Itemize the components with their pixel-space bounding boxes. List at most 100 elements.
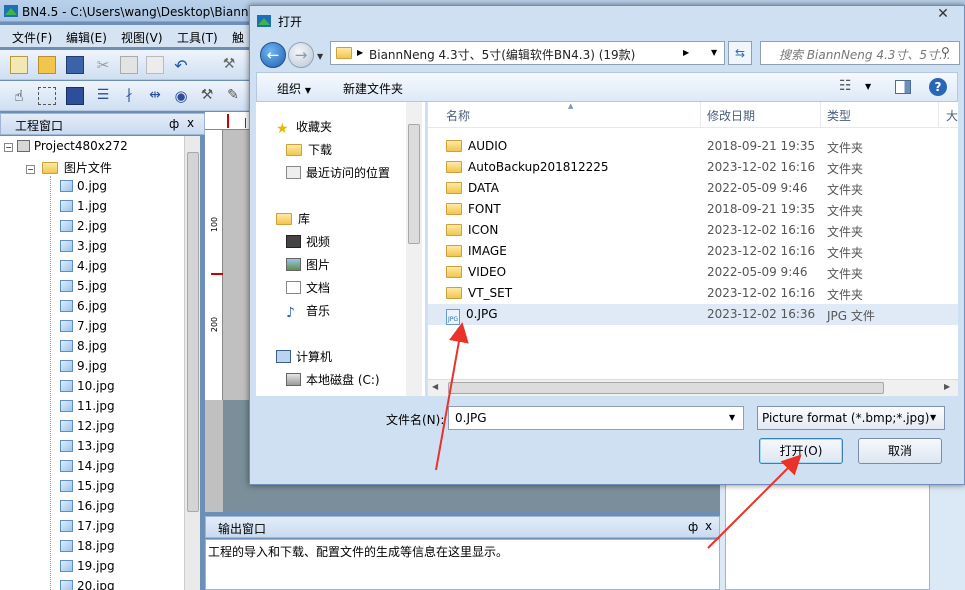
search-icon[interactable]: ⚲: [941, 45, 950, 59]
open-folder-icon[interactable]: [38, 56, 56, 74]
line-plus-icon[interactable]: ∤: [120, 87, 138, 105]
search-box[interactable]: 搜索 BiannNeng 4.3寸、5寸... ⚲: [760, 41, 960, 65]
filename-dropdown-icon[interactable]: ▼: [729, 413, 735, 422]
tree-folder[interactable]: − 图片文件: [26, 159, 112, 179]
tree-file-item[interactable]: 1.jpg: [60, 199, 107, 219]
tree-file-item[interactable]: 15.jpg: [60, 479, 115, 499]
menu-file[interactable]: 文件(F): [12, 29, 52, 46]
circle-icon[interactable]: ◉: [172, 87, 190, 105]
menu-edit[interactable]: 编辑(E): [66, 29, 107, 46]
column-size[interactable]: 大: [946, 107, 958, 124]
collapse-icon[interactable]: −: [4, 143, 13, 152]
breadcrumb-separator-icon[interactable]: ▶: [683, 48, 689, 57]
new-folder-button[interactable]: 新建文件夹: [343, 80, 403, 97]
file-row[interactable]: VIDEO 2022-05-09 9:46 文件夹: [428, 262, 958, 283]
history-dropdown-icon[interactable]: ▼: [317, 52, 323, 61]
undo-icon[interactable]: ↶: [172, 56, 190, 75]
file-name-cell[interactable]: AUDIO: [446, 139, 507, 153]
menu-view[interactable]: 视图(V): [121, 29, 163, 46]
tree-scrollbar[interactable]: [184, 136, 200, 590]
nav-recent[interactable]: 最近访问的位置: [286, 164, 390, 181]
file-row[interactable]: AutoBackup201812225 2023-12-02 16:16 文件夹: [428, 157, 958, 178]
tree-file-item[interactable]: 11.jpg: [60, 399, 115, 419]
column-date[interactable]: 修改日期: [707, 107, 755, 124]
pin-icon[interactable]: ф: [688, 520, 698, 534]
tree-root[interactable]: − Project480x272: [4, 139, 128, 159]
filename-input[interactable]: 0.JPG ▼: [448, 406, 744, 430]
copy-icon[interactable]: [120, 56, 138, 74]
open-button[interactable]: 打开(O): [759, 438, 843, 464]
scroll-thumb[interactable]: [187, 152, 199, 512]
tree-file-item[interactable]: 3.jpg: [60, 239, 107, 259]
search-placeholder[interactable]: 搜索 BiannNeng 4.3寸、5寸...: [779, 46, 951, 63]
nav-downloads[interactable]: 下载: [286, 141, 332, 158]
tree-file-item[interactable]: 12.jpg: [60, 419, 115, 439]
tree-file-item[interactable]: 20.jpg: [60, 579, 115, 590]
file-list-hscrollbar[interactable]: ◀ ▶: [428, 379, 958, 396]
cancel-button[interactable]: 取消: [858, 438, 942, 464]
tree-file-item[interactable]: 18.jpg: [60, 539, 115, 559]
file-name-cell[interactable]: FONT: [446, 202, 501, 216]
new-icon[interactable]: [10, 56, 28, 74]
organize-button[interactable]: 组织 ▼: [277, 80, 311, 97]
tree-file-item[interactable]: 16.jpg: [60, 499, 115, 519]
nav-favorites[interactable]: ★ 收藏夹: [276, 118, 332, 136]
file-name-cell[interactable]: VT_SET: [446, 286, 512, 300]
file-row[interactable]: AUDIO 2018-09-21 19:35 文件夹: [428, 136, 958, 157]
nav-videos[interactable]: 视频: [286, 233, 330, 250]
file-row[interactable]: DATA 2022-05-09 9:46 文件夹: [428, 178, 958, 199]
tree-file-item[interactable]: 8.jpg: [60, 339, 107, 359]
scroll-thumb[interactable]: [448, 382, 884, 394]
file-name-cell[interactable]: VIDEO: [446, 265, 506, 279]
file-row[interactable]: JPG 0.JPG 2023-12-02 16:36 JPG 文件: [428, 304, 958, 325]
column-type[interactable]: 类型: [827, 107, 851, 124]
address-bar[interactable]: ▶ BiannNeng 4.3寸、5寸(编辑软件BN4.3) (19款) ▶ ▼: [330, 41, 725, 65]
edit-icon[interactable]: ✎: [224, 87, 242, 105]
nav-libraries[interactable]: 库: [276, 210, 310, 227]
nav-computer[interactable]: 计算机: [276, 348, 332, 365]
scroll-left-icon[interactable]: ◀: [432, 382, 438, 391]
tree-file-item[interactable]: 17.jpg: [60, 519, 115, 539]
nav-music[interactable]: ♪ 音乐: [286, 302, 330, 320]
chevron-down-icon[interactable]: ▼: [865, 82, 871, 91]
collapse-icon[interactable]: −: [26, 165, 35, 174]
cut-icon[interactable]: ✂: [94, 56, 112, 74]
refresh-button[interactable]: ⇆: [728, 41, 752, 65]
menu-touch[interactable]: 触: [232, 29, 244, 46]
paste-icon[interactable]: [146, 56, 164, 74]
help-icon[interactable]: ?: [929, 78, 947, 96]
slider-icon[interactable]: ⇹: [146, 87, 164, 105]
wrench-icon[interactable]: ⚒: [198, 87, 216, 105]
forward-button[interactable]: →: [288, 42, 314, 68]
back-button[interactable]: ←: [260, 42, 286, 68]
rectangle-icon[interactable]: [66, 87, 84, 105]
tree-file-item[interactable]: 2.jpg: [60, 219, 107, 239]
address-path[interactable]: BiannNeng 4.3寸、5寸(编辑软件BN4.3) (19款): [369, 46, 635, 63]
tree-file-item[interactable]: 10.jpg: [60, 379, 115, 399]
column-name[interactable]: 名称: [446, 107, 470, 124]
preview-pane-icon[interactable]: [895, 80, 911, 94]
tree-file-item[interactable]: 7.jpg: [60, 319, 107, 339]
panel-close-icon[interactable]: x: [705, 519, 712, 533]
tools-icon[interactable]: ⚒: [220, 56, 238, 74]
file-row[interactable]: ICON 2023-12-02 16:16 文件夹: [428, 220, 958, 241]
file-name-cell[interactable]: ICON: [446, 223, 498, 237]
address-dropdown-icon[interactable]: ▼: [711, 48, 717, 57]
file-name-cell[interactable]: DATA: [446, 181, 499, 195]
nav-pictures[interactable]: 图片: [286, 256, 330, 273]
file-name-cell[interactable]: AutoBackup201812225: [446, 160, 609, 174]
tree-file-item[interactable]: 19.jpg: [60, 559, 115, 579]
tree-file-item[interactable]: 14.jpg: [60, 459, 115, 479]
file-row[interactable]: IMAGE 2023-12-02 16:16 文件夹: [428, 241, 958, 262]
filename-value[interactable]: 0.JPG: [455, 411, 487, 425]
file-name-cell[interactable]: IMAGE: [446, 244, 507, 258]
breadcrumb-separator-icon[interactable]: ▶: [357, 48, 363, 57]
tree-file-item[interactable]: 13.jpg: [60, 439, 115, 459]
nav-documents[interactable]: 文档: [286, 279, 330, 296]
dialog-close-button[interactable]: ✕: [922, 6, 964, 26]
file-name-cell[interactable]: JPG 0.JPG: [446, 307, 498, 325]
file-row[interactable]: FONT 2018-09-21 19:35 文件夹: [428, 199, 958, 220]
hand-icon[interactable]: ☝: [10, 87, 28, 105]
select-icon[interactable]: [38, 87, 56, 105]
scroll-thumb[interactable]: [408, 124, 420, 244]
